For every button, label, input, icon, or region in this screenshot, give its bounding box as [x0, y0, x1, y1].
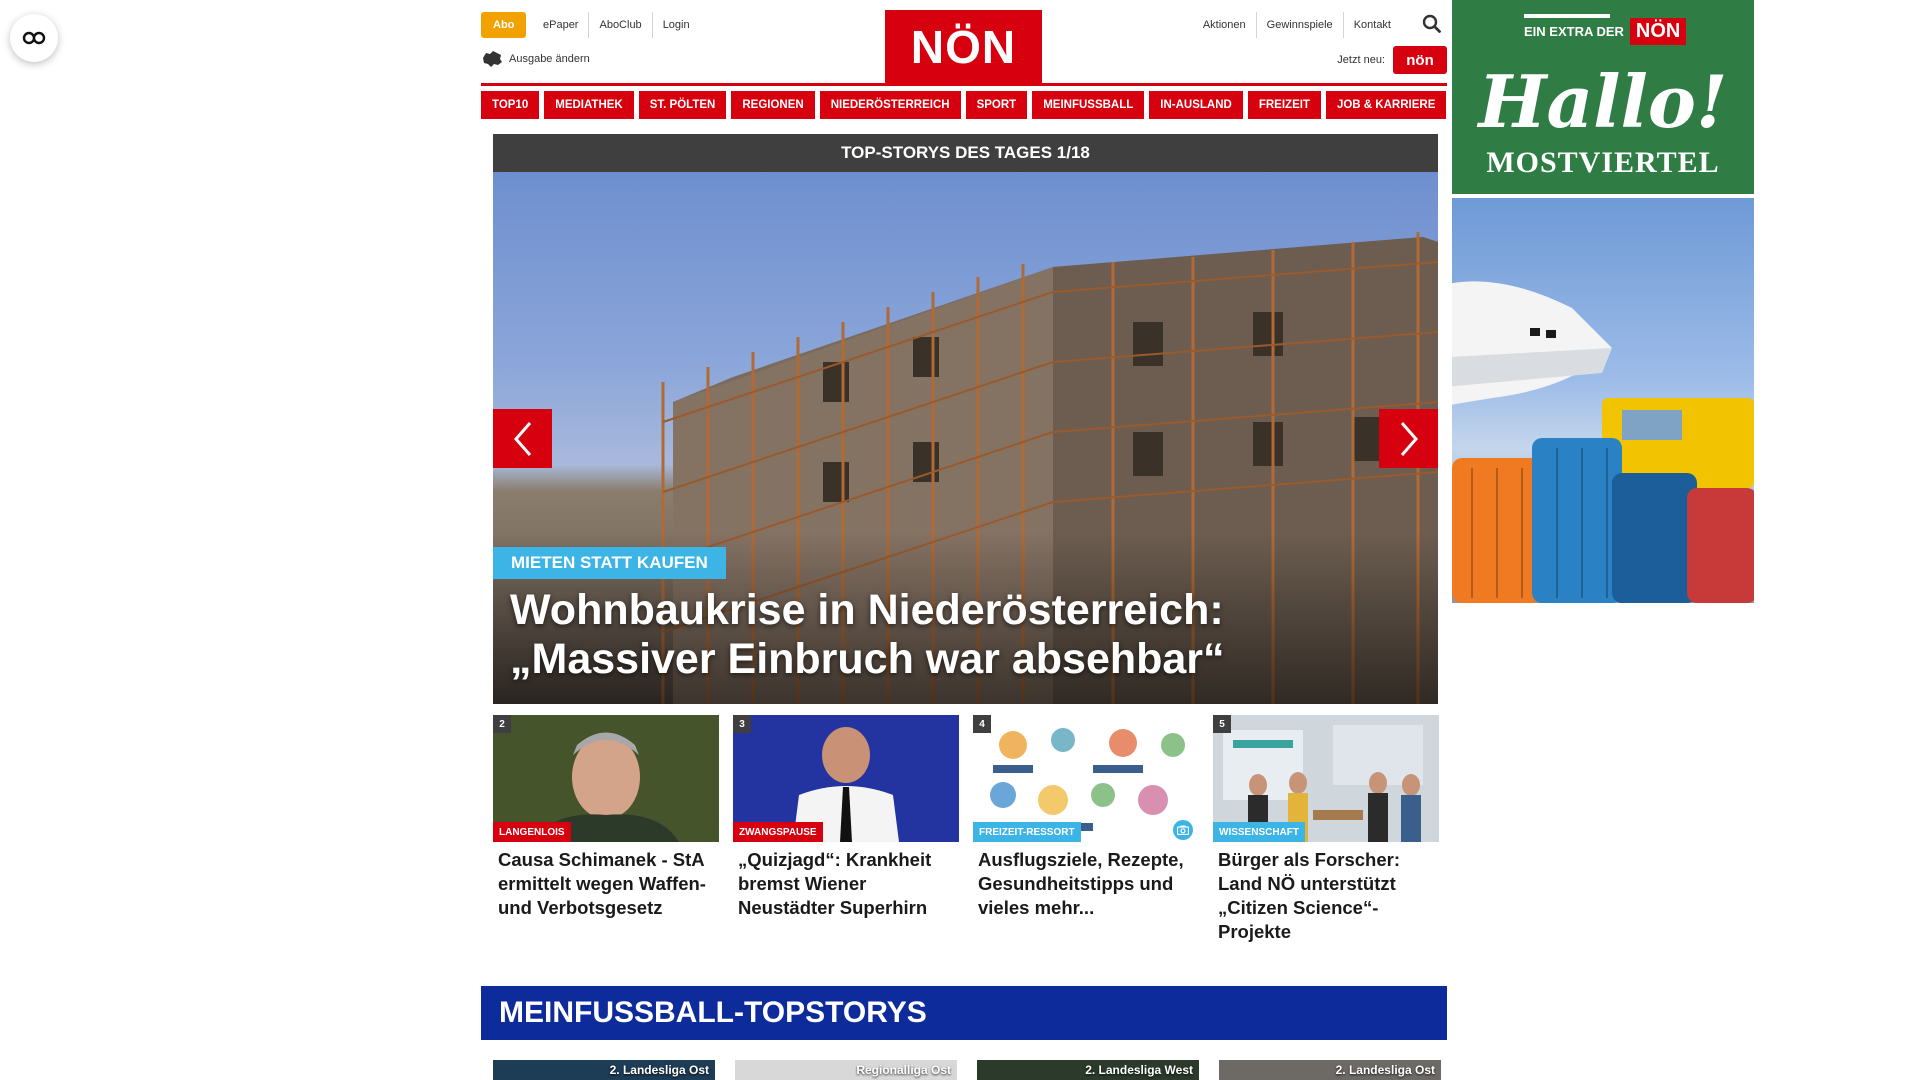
kontakt-link[interactable]: Kontakt [1344, 12, 1401, 38]
fussball-card-league: 2. Landesliga Ost [1335, 1063, 1435, 1077]
teaser-rank: 3 [733, 715, 751, 733]
nav-top10[interactable]: TOP10 [481, 91, 540, 119]
ad-extra-label: EIN EXTRA DER [1524, 24, 1624, 39]
noen-logo[interactable]: NÖN [885, 10, 1042, 84]
aktionen-link[interactable]: Aktionen [1193, 12, 1257, 38]
top-links-right: Aktionen Gewinnspiele Kontakt [1193, 12, 1401, 38]
teaser-tag: WISSENSCHAFT [1213, 822, 1305, 842]
ad-extra-bar [1524, 14, 1610, 18]
edition-switch[interactable]: Ausgabe ändern [481, 50, 590, 68]
teaser-image: 3 ZWANGSPAUSE [733, 715, 959, 842]
nav-st-poelten[interactable]: ST. PÖLTEN [638, 91, 727, 119]
nav-job-karriere[interactable]: JOB & KARRIERE [1325, 91, 1447, 119]
fussball-card[interactable]: Regionalliga Ost [735, 1060, 957, 1080]
fussball-card[interactable]: 2. Landesliga Ost [493, 1060, 715, 1080]
fussball-card[interactable]: 2. Landesliga Ost [1219, 1060, 1441, 1080]
teaser-tag: LANGENLOIS [493, 822, 571, 842]
chevron-left-icon [513, 421, 531, 456]
main-nav: TOP10 MEDIATHEK ST. PÖLTEN REGIONEN NIED… [481, 91, 1447, 119]
teaser-title[interactable]: Ausflugsziele, Rezepte, Gesundheitstipps… [978, 848, 1194, 920]
ad-hallo-mostviertel[interactable]: EIN EXTRA DER NÖN Hallo! MOSTVIERTEL [1452, 0, 1754, 194]
mini-noen-logo: nön [1393, 46, 1447, 74]
nav-sport[interactable]: SPORT [965, 91, 1028, 119]
teaser-title[interactable]: Causa Schimanek - StA ermittelt wegen Wa… [498, 848, 714, 920]
gewinnspiele-link[interactable]: Gewinnspiele [1257, 12, 1344, 38]
ad-airport-banner[interactable] [1452, 198, 1754, 603]
nav-mediathek[interactable]: MEDIATHEK [544, 91, 634, 119]
epaper-link[interactable]: ePaper [533, 12, 590, 38]
search-icon[interactable] [1422, 14, 1441, 33]
fussball-card-league: 2. Landesliga West [1085, 1063, 1193, 1077]
nav-regionen[interactable]: REGIONEN [731, 91, 815, 119]
nav-meinfussball[interactable]: MEINFUSSBALL [1032, 91, 1145, 119]
teaser-rank: 5 [1213, 715, 1231, 733]
teaser-image: 2 LANGENLOIS [493, 715, 719, 842]
teaser-card[interactable]: 4 FREIZEIT-RESSORT Ausflugsziele, Rezept… [973, 715, 1199, 920]
top-links-left: ePaper AboClub Login [533, 12, 700, 38]
jetzt-neu[interactable]: Jetzt neu: nön [1337, 46, 1447, 74]
fussball-card-league: Regionalliga Ost [856, 1063, 951, 1077]
teaser-card[interactable]: 2 LANGENLOIS Causa Schimanek - StA ermit… [493, 715, 719, 920]
gallery-badge [1173, 820, 1193, 840]
teaser-rank: 4 [973, 715, 991, 733]
fussball-card-league: 2. Landesliga Ost [609, 1063, 709, 1077]
camera-icon [1177, 825, 1189, 835]
airport-illustration [1452, 281, 1754, 603]
teaser-card[interactable]: 5 WISSENSCHAFT Bürger als Forscher: Land… [1213, 715, 1439, 944]
abo-button[interactable]: Abo [481, 12, 527, 38]
accessibility-button[interactable] [10, 14, 58, 62]
teaser-title[interactable]: Bürger als Forscher: Land NÖ unterstützt… [1218, 848, 1434, 944]
edition-map-icon [483, 51, 502, 67]
meinfussball-heading[interactable]: MEINFUSSBALL-TOPSTORYS [481, 986, 1447, 1040]
fussball-card[interactable]: 2. Landesliga West [977, 1060, 1199, 1080]
slider-headline[interactable]: Wohnbaukrise in Niederösterreich: „Massi… [510, 586, 1410, 684]
site-header: Abo ePaper AboClub Login Ausgabe ändern … [481, 0, 1447, 84]
nav-freizeit[interactable]: FREIZEIT [1247, 91, 1321, 119]
login-link[interactable]: Login [653, 12, 700, 38]
teaser-rank: 2 [493, 715, 511, 733]
teaser-image: 5 WISSENSCHAFT [1213, 715, 1439, 842]
teaser-title[interactable]: „Quizjagd“: Krankheit bremst Wiener Neus… [738, 848, 954, 920]
jetzt-neu-label: Jetzt neu: [1337, 54, 1385, 66]
slider-kicker[interactable]: MIETEN STATT KAUFEN [493, 547, 726, 579]
aboclub-link[interactable]: AboClub [589, 12, 653, 38]
ad-extra-line: EIN EXTRA DER NÖN [1524, 14, 1687, 45]
teaser-image: 4 FREIZEIT-RESSORT [973, 715, 1199, 842]
teaser-card[interactable]: 3 ZWANGSPAUSE „Quizjagd“: Krankheit brem… [733, 715, 959, 920]
ad-hallo-title: Hallo! [1478, 59, 1728, 144]
slider-next-button[interactable] [1379, 409, 1438, 468]
edition-label: Ausgabe ändern [509, 53, 590, 65]
nav-in-ausland[interactable]: IN-AUSLAND [1149, 91, 1243, 119]
teaser-tag: ZWANGSPAUSE [733, 822, 823, 842]
chevron-right-icon [1400, 421, 1418, 456]
ad-mostviertel-subtitle: MOSTVIERTEL [1486, 146, 1720, 179]
accessibility-icon [22, 31, 46, 45]
nav-niederoesterreich[interactable]: NIEDERÖSTERREICH [819, 91, 961, 119]
ad-noen-logo: NÖN [1629, 18, 1687, 45]
header-divider [481, 83, 1447, 86]
teaser-tag: FREIZEIT-RESSORT [973, 822, 1081, 842]
slider-header: TOP-STORYS DES TAGES 1/18 [493, 134, 1438, 172]
slider-prev-button[interactable] [493, 409, 552, 468]
